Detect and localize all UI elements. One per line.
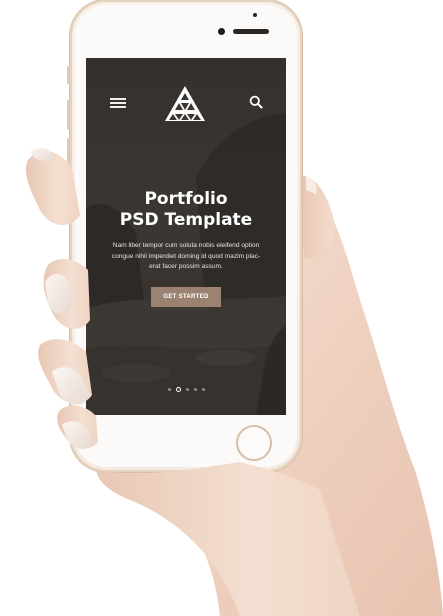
device-mockup: Portfolio PSD Template Nam liber tempor …	[0, 0, 443, 616]
hand-fingers	[25, 147, 360, 616]
